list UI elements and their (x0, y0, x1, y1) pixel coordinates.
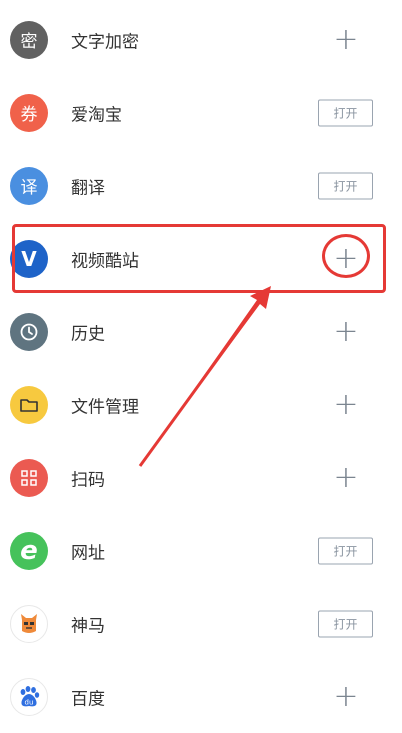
annotation-arrow (138, 286, 271, 467)
